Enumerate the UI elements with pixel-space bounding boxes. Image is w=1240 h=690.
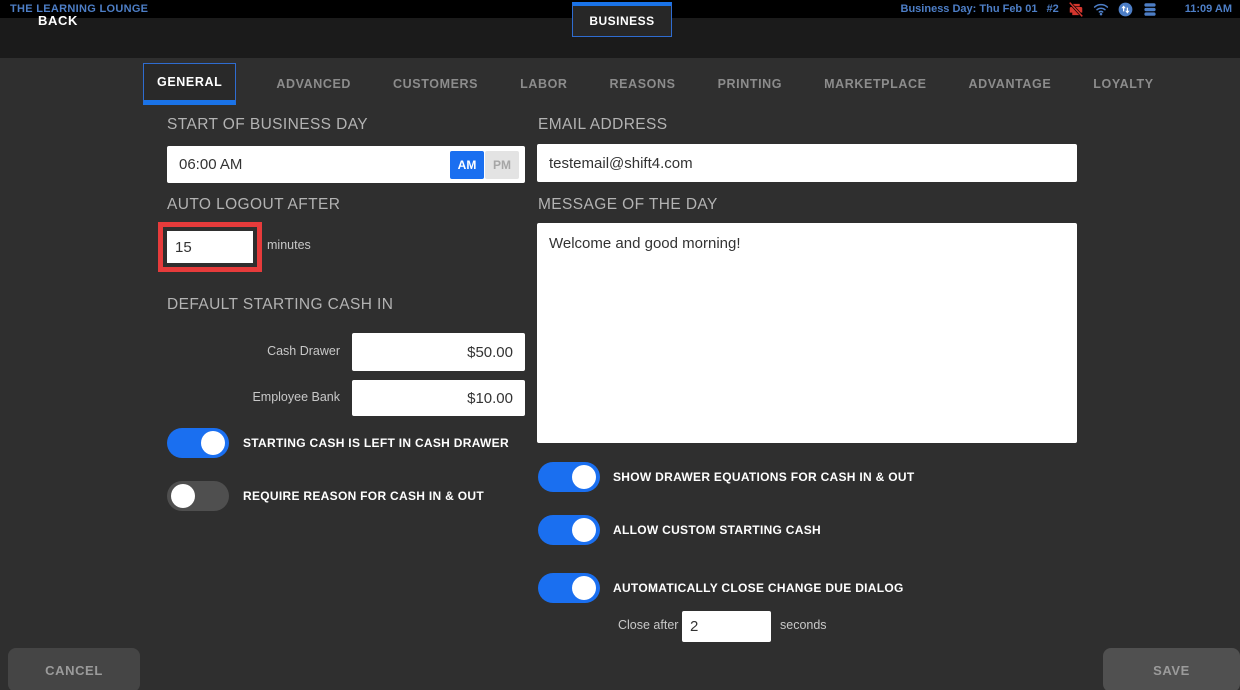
toggle-knob [572, 576, 596, 600]
tab-advanced[interactable]: ADVANCED [274, 63, 353, 105]
terminal-number: #2 [1046, 3, 1058, 15]
annotation-highlight-box [158, 222, 262, 272]
pos-business-settings-screen: THE LEARNING LOUNGE Business Day: Thu Fe… [0, 0, 1240, 690]
default-starting-cash-label: DEFAULT STARTING CASH IN [167, 296, 393, 314]
email-address-input[interactable] [537, 144, 1077, 182]
message-of-the-day-label: MESSAGE OF THE DAY [538, 196, 718, 214]
show-drawer-equations-label: SHOW DRAWER EQUATIONS FOR CASH IN & OUT [613, 470, 914, 484]
tab-general[interactable]: GENERAL [143, 63, 236, 105]
start-time-value: 06:00 AM [167, 156, 450, 173]
pm-segment-button[interactable]: PM [485, 151, 519, 179]
store-name: THE LEARNING LOUNGE [10, 3, 148, 15]
auto-logout-label: AUTO LOGOUT AFTER [167, 196, 340, 214]
toggle-knob [171, 484, 195, 508]
settings-tab-bar: GENERAL ADVANCED CUSTOMERS LABOR REASONS… [143, 63, 1156, 105]
business-day-label: Business Day: Thu Feb 01 [901, 3, 1038, 15]
printer-offline-icon [1068, 2, 1084, 17]
toggle-knob [572, 465, 596, 489]
close-after-label: Close after [618, 618, 678, 632]
minutes-unit-label: minutes [267, 238, 311, 252]
cash-drawer-input[interactable] [352, 333, 525, 371]
section-tab-business[interactable]: BUSINESS [572, 2, 672, 37]
starting-cash-left-in-drawer-toggle[interactable] [167, 428, 229, 458]
require-reason-cash-label: REQUIRE REASON FOR CASH IN & OUT [243, 489, 484, 503]
cash-drawer-label: Cash Drawer [167, 344, 340, 358]
employee-bank-input[interactable] [352, 380, 525, 416]
auto-logout-input[interactable] [167, 231, 253, 263]
auto-close-change-due-label: AUTOMATICALLY CLOSE CHANGE DUE DIALOG [613, 581, 904, 595]
tab-advantage[interactable]: ADVANTAGE [967, 63, 1054, 105]
toggle-knob [201, 431, 225, 455]
database-icon [1142, 2, 1158, 17]
tab-marketplace[interactable]: MARKETPLACE [822, 63, 928, 105]
start-of-business-day-label: START OF BUSINESS DAY [167, 116, 368, 134]
email-address-label: EMAIL ADDRESS [538, 116, 668, 134]
save-button[interactable]: SAVE [1103, 648, 1240, 690]
starting-cash-left-in-drawer-label: STARTING CASH IS LEFT IN CASH DRAWER [243, 436, 509, 450]
am-segment-button[interactable]: AM [450, 151, 484, 179]
allow-custom-starting-cash-toggle[interactable] [538, 515, 600, 545]
toggle-knob [572, 518, 596, 542]
tab-reasons[interactable]: REASONS [608, 63, 678, 105]
tab-customers[interactable]: CUSTOMERS [391, 63, 480, 105]
employee-bank-label: Employee Bank [167, 390, 340, 404]
cancel-button[interactable]: CANCEL [8, 648, 140, 690]
close-after-seconds-input[interactable] [682, 611, 771, 642]
back-button[interactable]: BACK [38, 0, 78, 40]
clock-time: 11:09 AM [1185, 3, 1232, 15]
allow-custom-starting-cash-label: ALLOW CUSTOM STARTING CASH [613, 523, 821, 537]
status-right-cluster: Business Day: Thu Feb 01 #2 [901, 0, 1232, 18]
seconds-unit-label: seconds [780, 618, 827, 632]
tab-loyalty[interactable]: LOYALTY [1091, 63, 1155, 105]
tab-labor[interactable]: LABOR [518, 63, 569, 105]
start-of-business-day-field[interactable]: 06:00 AM AM PM [167, 146, 525, 183]
message-of-the-day-textarea[interactable]: Welcome and good morning! [537, 223, 1077, 443]
show-drawer-equations-toggle[interactable] [538, 462, 600, 492]
tab-printing[interactable]: PRINTING [716, 63, 785, 105]
wifi-icon [1093, 2, 1109, 16]
require-reason-cash-toggle[interactable] [167, 481, 229, 511]
auto-close-change-due-toggle[interactable] [538, 573, 600, 603]
sync-icon [1118, 2, 1133, 17]
